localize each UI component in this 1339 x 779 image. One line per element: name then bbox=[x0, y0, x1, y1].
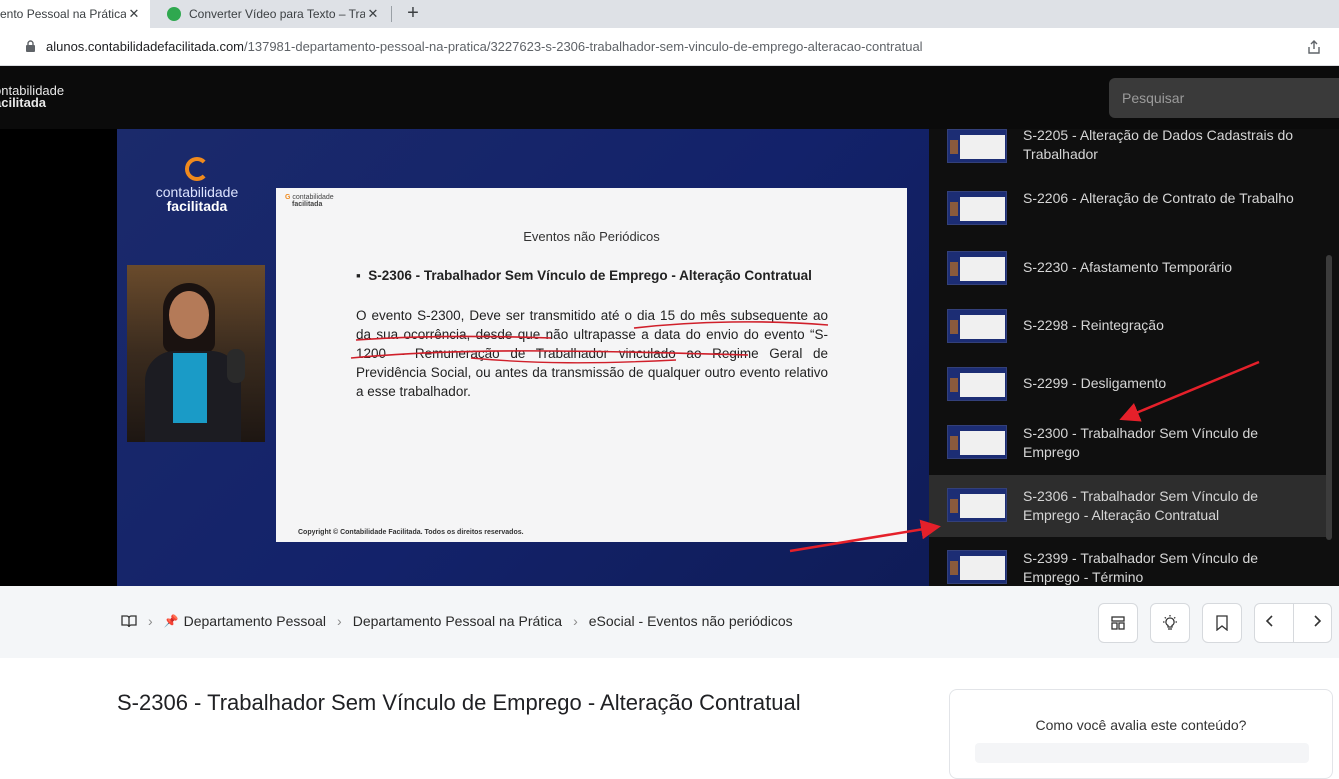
lesson-title: S-2306 - Trabalhador Sem Vínculo de Empr… bbox=[117, 690, 801, 715]
lesson-pager bbox=[1254, 603, 1332, 643]
arrow-to-s2306 bbox=[789, 519, 941, 553]
chevron-left-icon bbox=[1265, 614, 1273, 627]
next-lesson-button[interactable] bbox=[1311, 614, 1323, 633]
chevron-right-icon: › bbox=[573, 613, 578, 629]
lightbulb-icon bbox=[1163, 615, 1177, 630]
pushpin-icon: 📌 bbox=[163, 614, 179, 628]
breadcrumb: › 📌 Departamento Pessoal › Departamento … bbox=[121, 613, 793, 629]
breadcrumb-bar: › 📌 Departamento Pessoal › Departamento … bbox=[0, 586, 1339, 658]
rating-question: Como você avalia este conteúdo? bbox=[1035, 717, 1247, 733]
rating-card: Como você avalia este conteúdo? bbox=[949, 689, 1333, 779]
layout-toggle-button[interactable] bbox=[1098, 603, 1138, 643]
pager-divider bbox=[1292, 604, 1294, 642]
focus-mode-button[interactable] bbox=[1150, 603, 1190, 643]
chevron-right-icon bbox=[1313, 614, 1321, 627]
layout-icon bbox=[1111, 616, 1125, 630]
previous-lesson-button[interactable] bbox=[1264, 614, 1276, 633]
bookmark-icon bbox=[1216, 615, 1228, 631]
book-icon[interactable] bbox=[121, 614, 137, 628]
rating-options[interactable] bbox=[975, 743, 1309, 763]
breadcrumb-item[interactable]: Departamento Pessoal bbox=[184, 613, 326, 629]
bookmark-button[interactable] bbox=[1202, 603, 1242, 643]
chevron-right-icon: › bbox=[148, 613, 153, 629]
chevron-right-icon: › bbox=[337, 613, 342, 629]
breadcrumb-item[interactable]: eSocial - Eventos não periódicos bbox=[589, 613, 793, 629]
breadcrumb-item[interactable]: Departamento Pessoal na Prática bbox=[353, 613, 562, 629]
arrow-to-s2300 bbox=[1119, 360, 1260, 422]
